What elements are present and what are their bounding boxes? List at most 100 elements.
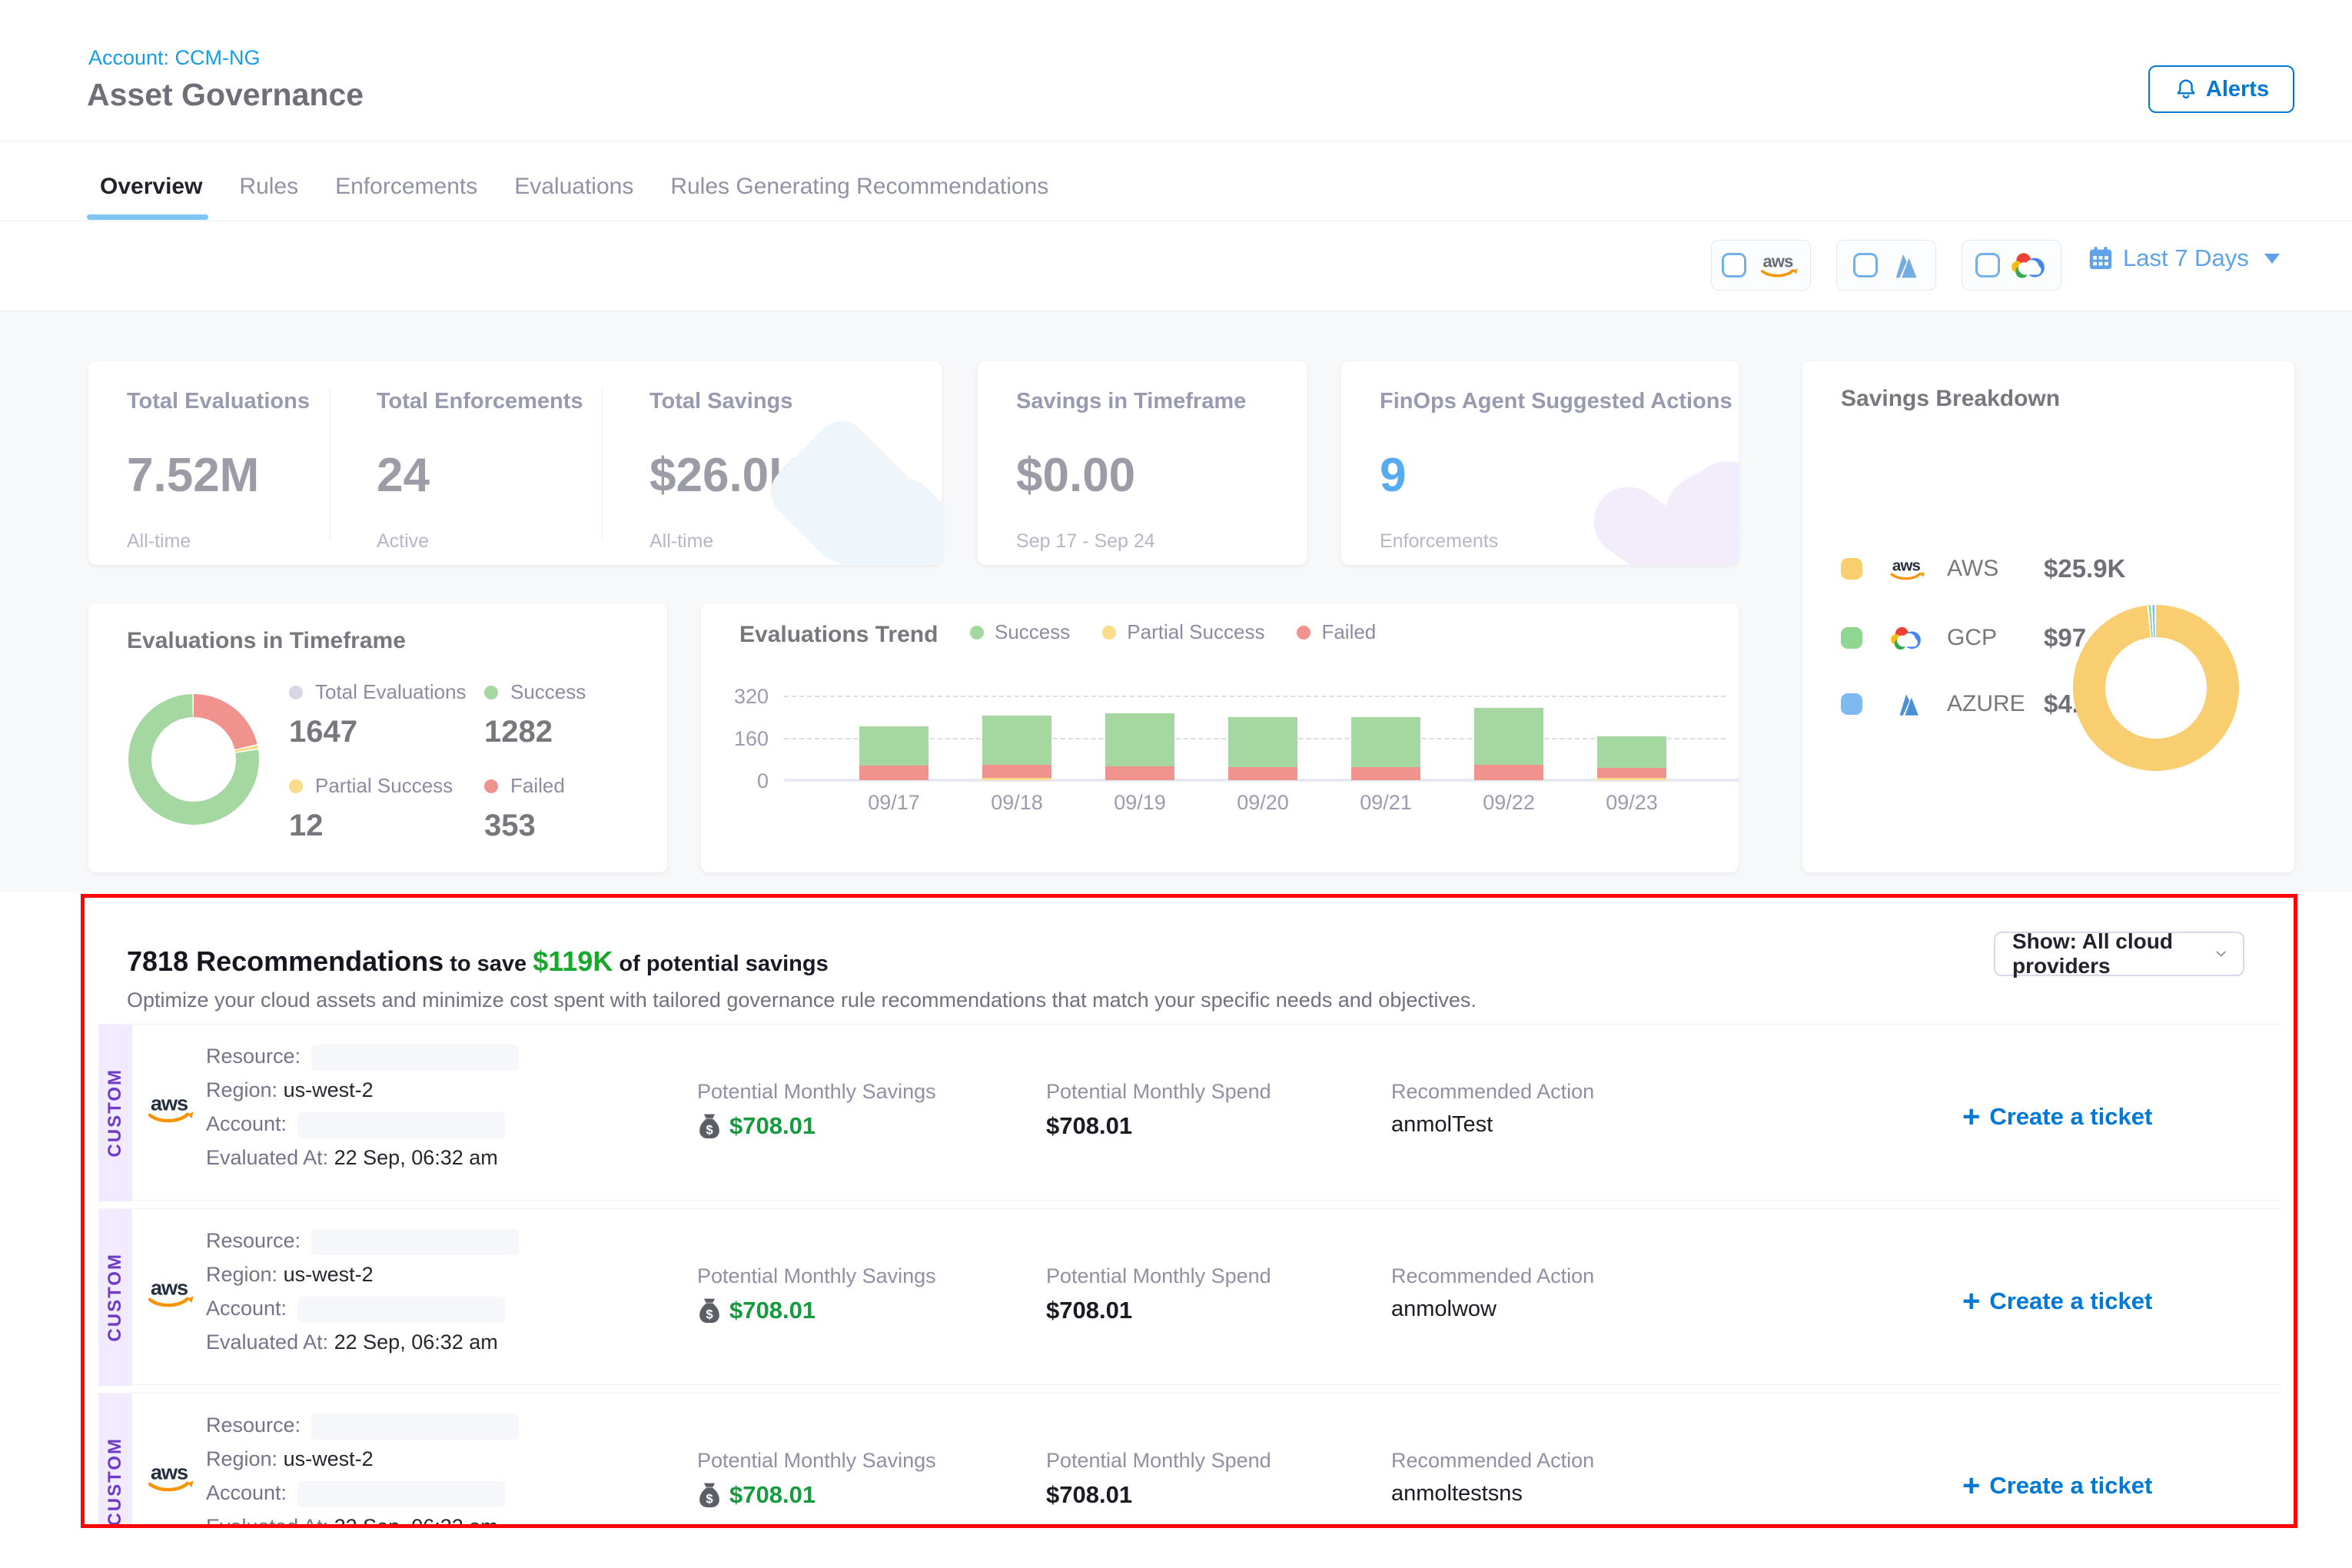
create-ticket-button[interactable]: +Create a ticket xyxy=(1962,1286,2152,1317)
date-range-label: Last 7 Days xyxy=(2123,244,2249,272)
create-ticket-button[interactable]: +Create a ticket xyxy=(1962,1101,2152,1132)
chevron-down-icon xyxy=(2213,943,2229,965)
azure-filter-chip[interactable] xyxy=(1836,240,1936,291)
svg-text:aws: aws xyxy=(151,1091,188,1115)
cloud-provider-filter-dropdown[interactable]: Show: All cloud providers xyxy=(1994,932,2244,976)
savings-column-label: Potential Monthly Savings xyxy=(697,1449,936,1473)
account-field: Account: xyxy=(206,1112,505,1138)
x-axis-label: 09/18 xyxy=(955,791,1078,815)
redacted-value xyxy=(311,1414,519,1440)
recommendation-row: CUSTOM aws Resource: Region: us-west-2 A… xyxy=(98,1024,2281,1201)
legend-total-evaluations: Total Evaluations 1647 xyxy=(289,680,467,749)
alerts-button[interactable]: Alerts xyxy=(2148,65,2294,113)
account-breadcrumb[interactable]: Account: CCM-NG xyxy=(88,46,261,70)
tab-rules[interactable]: Rules xyxy=(239,174,298,200)
redacted-value xyxy=(297,1112,505,1138)
create-ticket-button[interactable]: +Create a ticket xyxy=(1962,1470,2152,1501)
provider-name: AZURE xyxy=(1947,691,2033,717)
stat-value: 24 xyxy=(377,448,583,503)
tab-enforcements[interactable]: Enforcements xyxy=(335,174,477,200)
aws-logo-icon: aws xyxy=(141,1460,197,1493)
divider xyxy=(602,387,603,541)
redacted-value xyxy=(311,1229,519,1255)
resource-field: Resource: xyxy=(206,1045,519,1071)
recommendation-row: CUSTOM aws Resource: Region: us-west-2 A… xyxy=(98,1208,2281,1385)
azure-checkbox[interactable] xyxy=(1853,253,1878,277)
y-axis-tick: 160 xyxy=(715,727,769,751)
evaluations-donut-chart xyxy=(128,694,259,825)
spend-value: $708.01 xyxy=(1046,1481,1132,1509)
gcp-color-swatch xyxy=(1841,627,1862,649)
gcp-checkbox[interactable] xyxy=(1975,253,2000,277)
legend-success: Success 1282 xyxy=(484,680,586,749)
provider-name: AWS xyxy=(1947,556,2033,582)
savings-value: $ $708.01 xyxy=(697,1112,816,1140)
yellow-dot-icon xyxy=(1102,626,1116,639)
aws-color-swatch xyxy=(1841,558,1862,580)
recommendations-title: 7818 Recommendations to save $119K of po… xyxy=(127,945,829,978)
gridline-320 xyxy=(784,696,1726,697)
yellow-dot-icon xyxy=(289,779,303,793)
trend-bar xyxy=(1351,717,1420,781)
evaluated-at-field: Evaluated At: 22 Sep, 06:32 am xyxy=(206,1146,498,1170)
trend-bar xyxy=(1597,736,1666,780)
savings-column-label: Potential Monthly Savings xyxy=(697,1080,936,1104)
recommendations-subtitle: Optimize your cloud assets and minimize … xyxy=(127,988,1477,1012)
savings-breakdown-donut-chart xyxy=(2073,605,2239,771)
svg-text:aws: aws xyxy=(151,1460,188,1483)
svg-text:$: $ xyxy=(706,1307,713,1321)
recommendation-row: CUSTOM aws Resource: Region: us-west-2 A… xyxy=(98,1393,2281,1528)
evaluations-trend-card: Evaluations Trend Success Partial Succes… xyxy=(701,603,1739,872)
card-title: Savings Breakdown xyxy=(1841,386,2060,412)
stat-sub: All-time xyxy=(127,530,310,553)
calendar-icon xyxy=(2088,245,2114,271)
spend-value: $708.01 xyxy=(1046,1112,1132,1140)
spend-column-label: Potential Monthly Spend xyxy=(1046,1080,1271,1104)
provider-name: GCP xyxy=(1947,625,2033,651)
tab-evaluations[interactable]: Evaluations xyxy=(514,174,633,200)
card-title: Evaluations Trend xyxy=(739,622,938,648)
stat-label: Savings in Timeframe xyxy=(1016,389,1246,414)
active-tab-underline xyxy=(87,214,208,220)
action-column-label: Recommended Action xyxy=(1391,1264,1594,1288)
stat-value: 7.52M xyxy=(127,448,310,503)
date-range-picker[interactable]: Last 7 Days xyxy=(2088,244,2280,272)
tab-rules-generating-recommendations[interactable]: Rules Generating Recommendations xyxy=(670,174,1048,200)
money-bag-icon: $ xyxy=(697,1112,722,1140)
aws-logo-icon: aws xyxy=(141,1091,197,1125)
x-axis-label: 09/21 xyxy=(1324,791,1447,815)
tab-overview[interactable]: Overview xyxy=(100,174,202,200)
action-column-label: Recommended Action xyxy=(1391,1080,1594,1104)
region-field: Region: us-west-2 xyxy=(206,1447,374,1471)
stat-sub: Sep 17 - Sep 24 xyxy=(1016,530,1246,553)
spend-column-label: Potential Monthly Spend xyxy=(1046,1449,1271,1473)
evaluated-at-field: Evaluated At: 22 Sep, 06:32 am xyxy=(206,1515,498,1528)
recommended-action-value: anmolTest xyxy=(1391,1112,1493,1138)
savings-value: $ $708.01 xyxy=(697,1481,816,1509)
evaluations-timeframe-card: Evaluations in Timeframe Total Evaluatio… xyxy=(88,603,667,872)
gcp-filter-chip[interactable] xyxy=(1962,240,2061,291)
action-column-label: Recommended Action xyxy=(1391,1449,1594,1473)
region-field: Region: us-west-2 xyxy=(206,1078,374,1102)
breakdown-legend-gcp: GCP $97.19 xyxy=(1841,616,2121,659)
y-axis-tick: 0 xyxy=(715,769,769,793)
svg-text:$: $ xyxy=(706,1491,713,1506)
gcp-logo-icon xyxy=(1889,625,1924,651)
resource-field: Resource: xyxy=(206,1229,519,1255)
aws-checkbox[interactable] xyxy=(1722,253,1746,277)
azure-logo-icon xyxy=(1887,251,1919,280)
redacted-value xyxy=(297,1297,505,1323)
breakdown-legend-azure: AZURE $4.88 xyxy=(1841,683,2108,726)
stat-label: FinOps Agent Suggested Actions xyxy=(1380,389,1732,414)
azure-color-swatch xyxy=(1841,693,1862,715)
trend-bar xyxy=(859,726,929,780)
totals-card: Total Evaluations 7.52M All-time Total E… xyxy=(88,361,942,565)
breakdown-legend-aws: aws AWS $25.9K xyxy=(1841,547,2125,590)
recommendations-section: 7818 Recommendations to save $119K of po… xyxy=(81,894,2297,1528)
aws-logo-icon: aws xyxy=(141,1275,197,1309)
green-dot-icon xyxy=(970,626,984,639)
aws-filter-chip[interactable]: aws xyxy=(1711,240,1811,291)
gcp-logo-icon xyxy=(2009,251,2048,280)
x-axis-label: 09/20 xyxy=(1201,791,1324,815)
custom-tag: CUSTOM xyxy=(98,1025,132,1201)
